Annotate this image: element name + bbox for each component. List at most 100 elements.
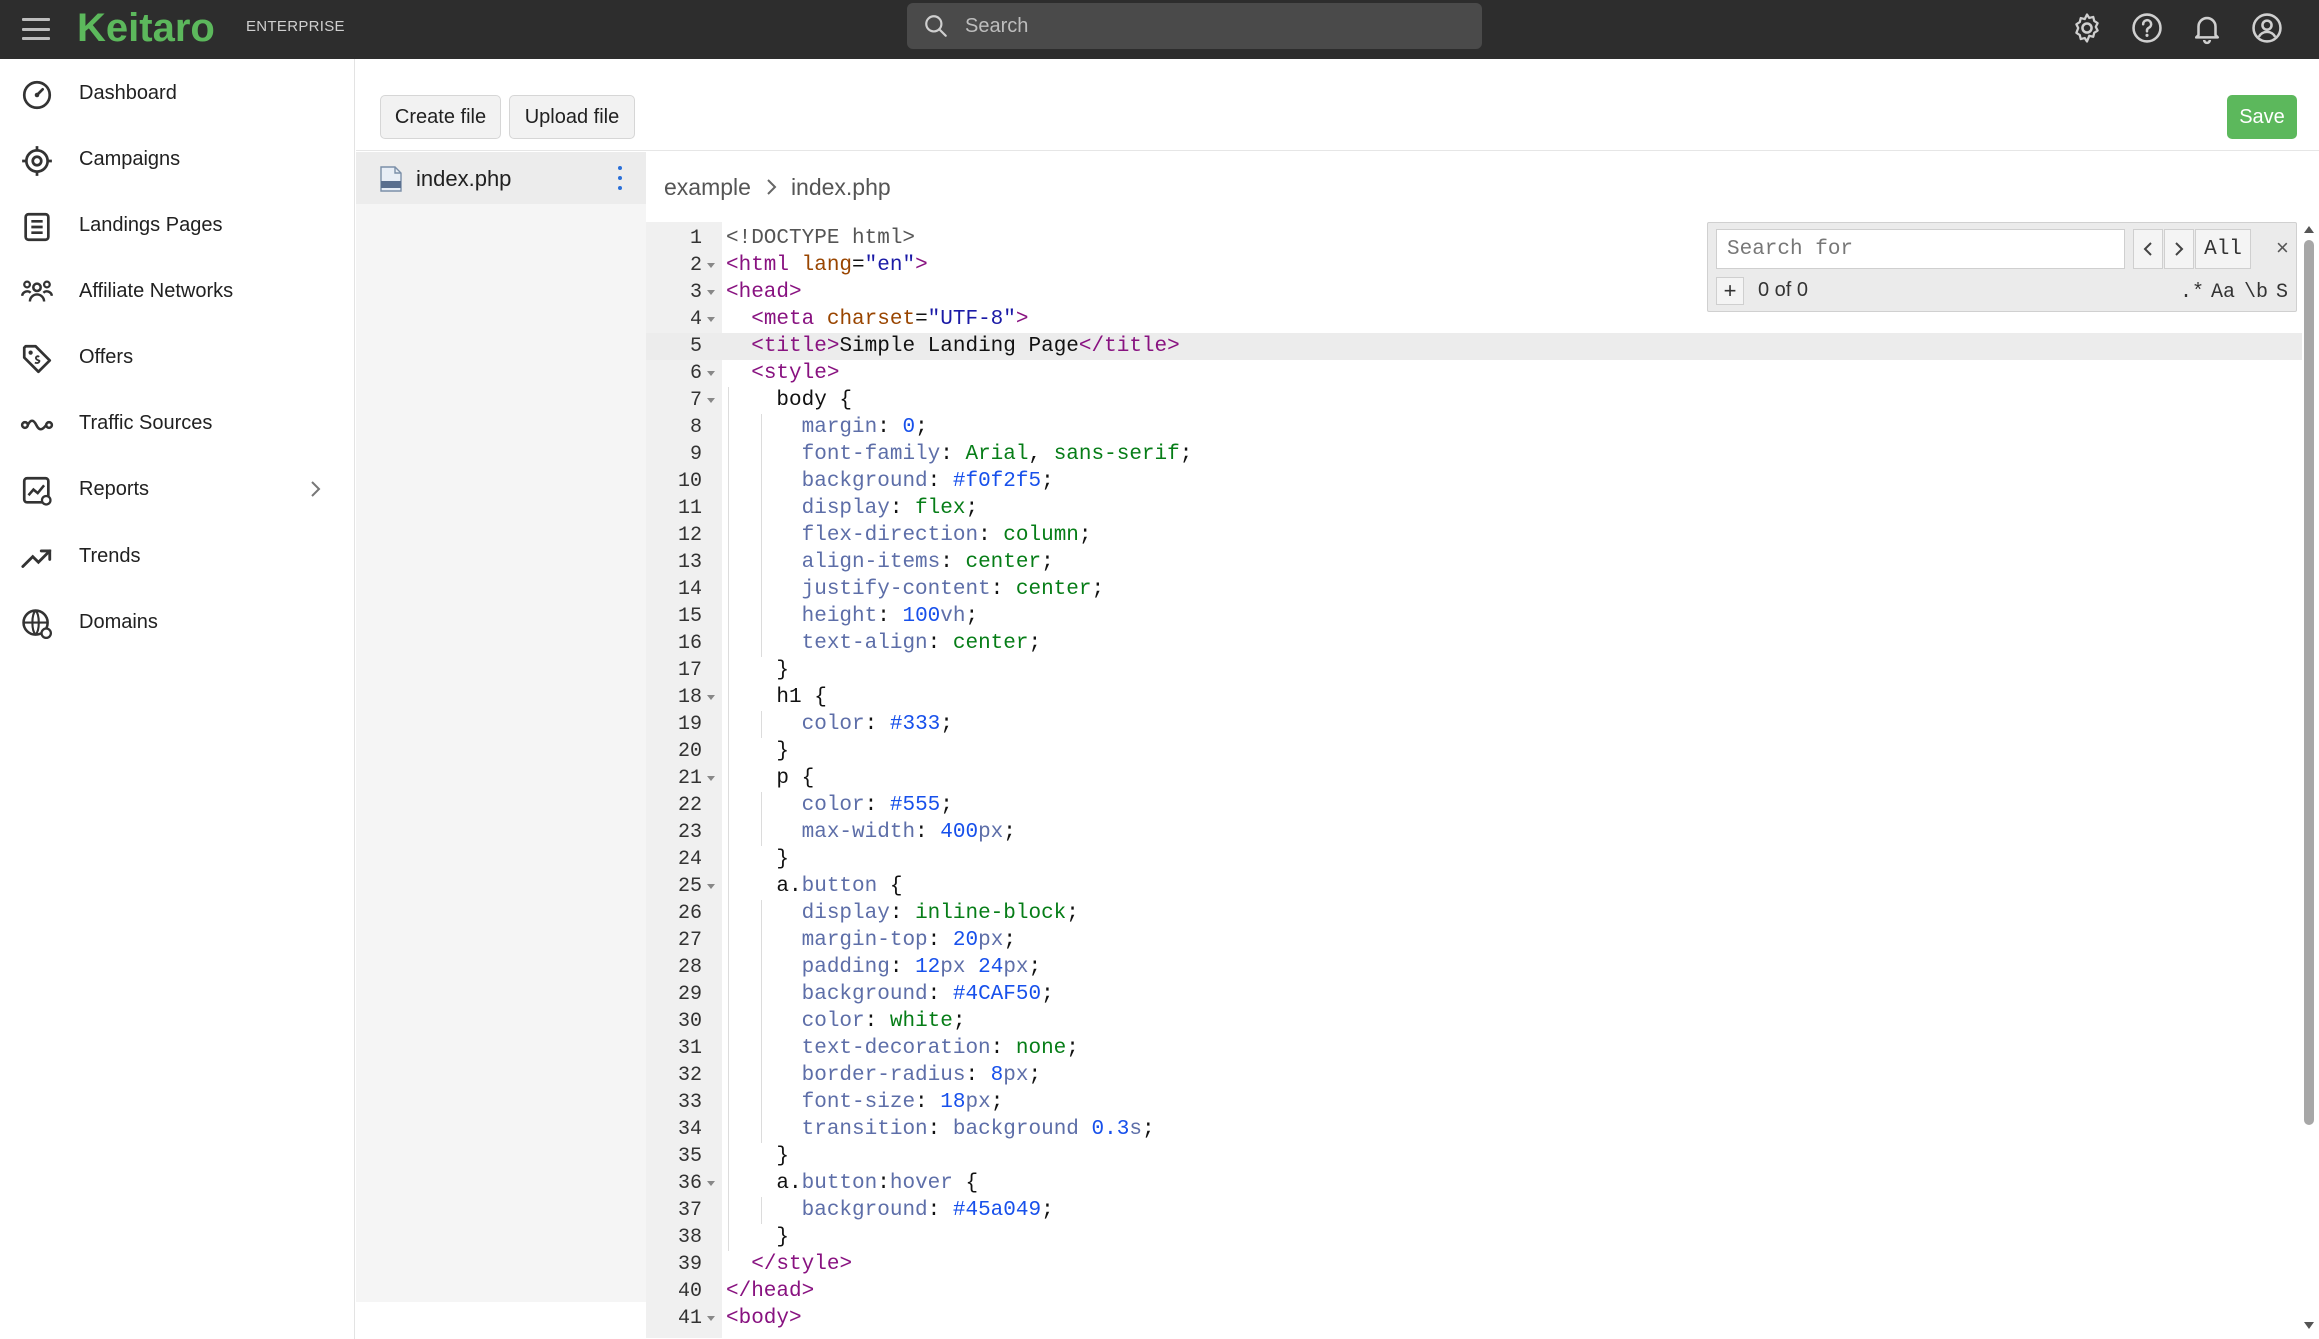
code-line[interactable]: 25 a.button {: [646, 873, 2302, 900]
sidebar-item-dashboard[interactable]: Dashboard: [0, 64, 355, 122]
code-line[interactable]: 39 </style>: [646, 1251, 2302, 1278]
line-number: 32: [677, 1064, 702, 1087]
scroll-up-icon[interactable]: [2304, 226, 2314, 233]
code-line[interactable]: 37 background: #45a049;: [646, 1197, 2302, 1224]
global-search[interactable]: [907, 3, 1482, 49]
code-line[interactable]: 29 background: #4CAF50;: [646, 981, 2302, 1008]
line-number: 9: [689, 443, 702, 466]
code-line[interactable]: 20 }: [646, 738, 2302, 765]
code-line[interactable]: 30 color: white;: [646, 1008, 2302, 1035]
code-line[interactable]: 40 </head>: [646, 1278, 2302, 1305]
code-line[interactable]: 33 font-size: 18px;: [646, 1089, 2302, 1116]
fold-arrow-icon[interactable]: [707, 290, 715, 295]
find-prev-button[interactable]: [2133, 229, 2163, 269]
sidebar-item-offers[interactable]: Offers: [0, 328, 355, 386]
code-line[interactable]: 16 text-align: center;: [646, 630, 2302, 657]
code-line[interactable]: 34 transition: background 0.3s;: [646, 1116, 2302, 1143]
more-vert-icon[interactable]: [616, 166, 624, 190]
breadcrumb-folder[interactable]: example: [664, 174, 751, 201]
code-line[interactable]: 38 }: [646, 1224, 2302, 1251]
chevron-right-icon[interactable]: [304, 478, 326, 500]
case-toggle[interactable]: Aa: [2211, 281, 2235, 304]
code-line[interactable]: 26 display: inline-block;: [646, 900, 2302, 927]
gear-icon[interactable]: [2070, 11, 2104, 45]
fold-arrow-icon[interactable]: [707, 776, 715, 781]
in-selection-toggle[interactable]: S: [2276, 281, 2288, 304]
code-line[interactable]: 31 text-decoration: none;: [646, 1035, 2302, 1062]
close-icon[interactable]: ×: [2276, 235, 2289, 261]
fold-arrow-icon[interactable]: [707, 263, 715, 268]
code-line[interactable]: 5 <title>Simple Landing Page</title>: [646, 333, 2302, 360]
code-line[interactable]: 14 justify-content: center;: [646, 576, 2302, 603]
scrollbar-thumb[interactable]: [2304, 240, 2314, 1125]
code-line[interactable]: 23 max-width: 400px;: [646, 819, 2302, 846]
code-line[interactable]: 15 height: 100vh;: [646, 603, 2302, 630]
code-line[interactable]: 36 a.button:hover {: [646, 1170, 2302, 1197]
whole-word-toggle[interactable]: \b: [2244, 281, 2268, 304]
line-number: 34: [677, 1118, 702, 1141]
edition-label: ENTERPRISE: [246, 18, 345, 35]
code-line[interactable]: 21 p {: [646, 765, 2302, 792]
regex-toggle[interactable]: .*: [2180, 281, 2204, 304]
fold-arrow-icon[interactable]: [707, 317, 715, 322]
logo[interactable]: Keitaro: [77, 4, 215, 52]
sidebar-item-trends[interactable]: Trends: [0, 527, 355, 585]
fold-arrow-icon[interactable]: [707, 1316, 715, 1321]
help-icon[interactable]: [2130, 11, 2164, 45]
scroll-down-icon[interactable]: [2304, 1322, 2314, 1329]
code-line[interactable]: 28 padding: 12px 24px;: [646, 954, 2302, 981]
search-input[interactable]: [965, 11, 1455, 41]
account-icon[interactable]: [2250, 11, 2284, 45]
fold-arrow-icon[interactable]: [707, 398, 715, 403]
code-editor[interactable]: 1 <!DOCTYPE html> 2 <html lang="en"> 3 <head>…: [646, 222, 2306, 1338]
code-line[interactable]: 8 margin: 0;: [646, 414, 2302, 441]
sidebar-item-campaigns[interactable]: Campaigns: [0, 130, 355, 188]
line-number: 22: [677, 794, 702, 817]
fold-arrow-icon[interactable]: [707, 1181, 715, 1186]
sidebar-item-domains[interactable]: Domains: [0, 593, 355, 651]
sidebar-item-traffic-sources[interactable]: Traffic Sources: [0, 394, 355, 452]
gauge-icon: [20, 78, 54, 110]
code-line[interactable]: 24 }: [646, 846, 2302, 873]
code-line[interactable]: 19 color: #333;: [646, 711, 2302, 738]
sidebar-item-landings-pages[interactable]: Landings Pages: [0, 196, 355, 254]
code-line[interactable]: 11 display: flex;: [646, 495, 2302, 522]
search-icon: [925, 15, 947, 37]
bell-icon[interactable]: [2190, 11, 2224, 45]
file-item[interactable]: index.php: [356, 152, 646, 204]
code-line[interactable]: 13 align-items: center;: [646, 549, 2302, 576]
code-line[interactable]: 22 color: #555;: [646, 792, 2302, 819]
code-line[interactable]: 9 font-family: Arial, sans-serif;: [646, 441, 2302, 468]
code-line[interactable]: 6 <style>: [646, 360, 2302, 387]
find-input[interactable]: [1716, 229, 2125, 269]
fold-arrow-icon[interactable]: [707, 695, 715, 700]
fold-arrow-icon[interactable]: [707, 371, 715, 376]
sidebar-item-affiliate-networks[interactable]: Affiliate Networks: [0, 262, 355, 320]
code-line[interactable]: 32 border-radius: 8px;: [646, 1062, 2302, 1089]
code-text: background: #45a049;: [801, 1199, 1054, 1222]
replace-toggle-button[interactable]: +: [1716, 277, 1744, 305]
code-line[interactable]: 17 }: [646, 657, 2302, 684]
code-text: border-radius: 8px;: [801, 1064, 1042, 1087]
code-text: }: [726, 1226, 790, 1249]
trend-icon: [20, 541, 54, 573]
code-line[interactable]: 18 h1 {: [646, 684, 2302, 711]
code-line[interactable]: 10 background: #f0f2f5;: [646, 468, 2302, 495]
code-text: }: [726, 1145, 790, 1168]
code-text: display: flex;: [801, 497, 979, 520]
code-line[interactable]: 27 margin-top: 20px;: [646, 927, 2302, 954]
upload-file-button[interactable]: Upload file: [509, 95, 635, 139]
code-line[interactable]: 35 }: [646, 1143, 2302, 1170]
create-file-button[interactable]: Create file: [380, 95, 501, 139]
sidebar-item-reports[interactable]: Reports: [0, 460, 355, 518]
find-all-button[interactable]: All: [2195, 229, 2251, 269]
menu-icon[interactable]: [20, 14, 52, 44]
line-number: 13: [677, 551, 702, 574]
code-text: body {: [726, 389, 853, 412]
code-line[interactable]: 41 <body>: [646, 1305, 2302, 1332]
save-button[interactable]: Save: [2227, 95, 2297, 139]
fold-arrow-icon[interactable]: [707, 884, 715, 889]
find-next-button[interactable]: [2164, 229, 2194, 269]
code-line[interactable]: 12 flex-direction: column;: [646, 522, 2302, 549]
code-line[interactable]: 7 body {: [646, 387, 2302, 414]
